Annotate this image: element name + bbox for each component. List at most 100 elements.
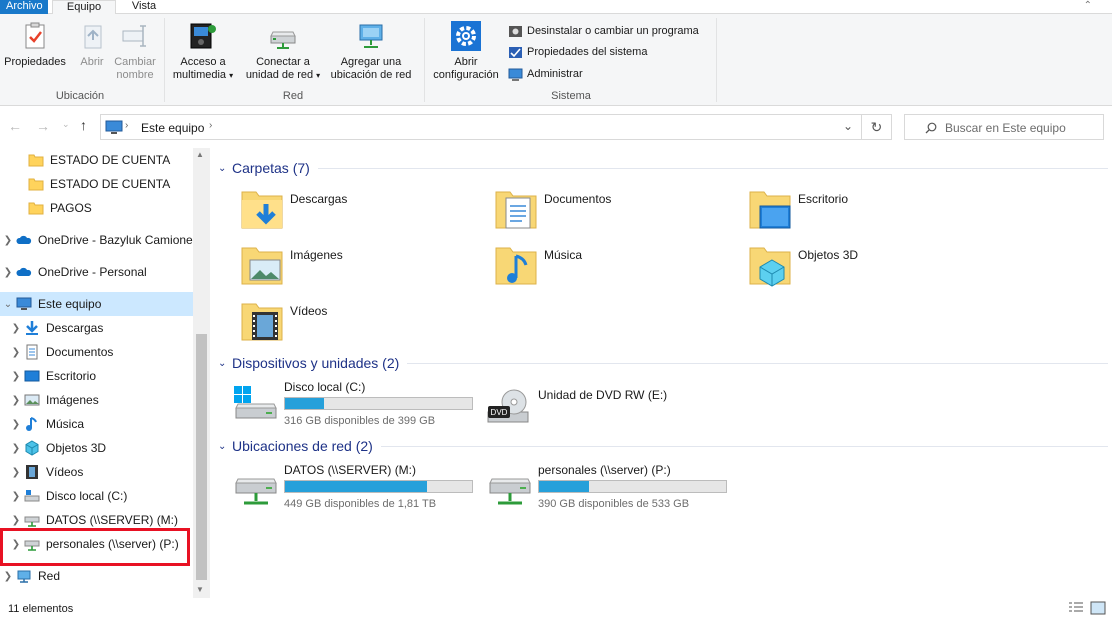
network-icon [17, 570, 31, 583]
breadcrumb-this-pc[interactable]: Este equipo [141, 121, 204, 135]
this-pc-icon [16, 297, 32, 310]
large-icons-view-icon[interactable] [1090, 601, 1106, 615]
uninstall-program-button[interactable]: Desinstalar o cambiar un programa [508, 22, 699, 40]
system-properties-icon [509, 46, 522, 58]
drive-tile-personales-p[interactable]: personales (\\server) (P:) 390 GB dispon… [484, 461, 734, 510]
rename-icon [122, 25, 146, 47]
nav-item-folder[interactable]: ESTADO DE CUENTA [0, 172, 193, 196]
drive-tile-local-disk-c[interactable]: Disco local (C:) 316 GB disponibles de 3… [230, 378, 480, 427]
expand-chevron-icon[interactable]: ❯ [8, 467, 24, 478]
nav-item-network[interactable]: ❯ Red [0, 564, 193, 588]
group-label-system: Sistema [551, 90, 591, 102]
nav-item-onedrive-business[interactable]: ❯ OneDrive - Bazyluk Camiones [0, 228, 193, 252]
drive-usage-bar [284, 397, 473, 410]
section-folders[interactable]: ⌄ Carpetas (7) [218, 159, 1108, 177]
folder-tile-downloads[interactable]: Descargas [238, 186, 478, 234]
expand-chevron-icon[interactable]: ❯ [8, 419, 24, 430]
dvd-drive-icon: DVD [487, 389, 529, 423]
collapse-ribbon-icon[interactable]: ⌃ [1084, 0, 1092, 11]
section-devices[interactable]: ⌄ Dispositivos y unidades (2) [218, 354, 1108, 372]
nav-item-documents[interactable]: ❯ Documentos [0, 340, 193, 364]
document-icon [26, 344, 38, 360]
scroll-up-icon[interactable]: ▲ [196, 150, 204, 159]
recent-locations-chevron-icon[interactable]: ⌄ [62, 119, 70, 130]
nav-pane-scrollbar-thumb[interactable] [196, 334, 207, 580]
nav-item-folder[interactable]: ESTADO DE CUENTA [0, 148, 193, 172]
nav-item-local-disk-c[interactable]: ❯ Disco local (C:) [0, 484, 193, 508]
drive-tile-dvd-e[interactable]: DVD Unidad de DVD RW (E:) [484, 384, 734, 432]
folder-tile-videos[interactable]: Vídeos [238, 298, 478, 346]
gear-icon [451, 21, 481, 51]
nav-item-desktop[interactable]: ❯ Escritorio [0, 364, 193, 388]
expand-chevron-icon[interactable]: ❯ [0, 267, 16, 278]
expand-chevron-icon[interactable]: ❯ [8, 491, 24, 502]
section-network-locations[interactable]: ⌄ Ubicaciones de red (2) [218, 437, 1108, 455]
expand-chevron-icon[interactable]: ❯ [8, 347, 24, 358]
drive-tile-datos-m[interactable]: DATOS (\\SERVER) (M:) 449 GB disponibles… [230, 461, 480, 510]
windows-drive-icon [234, 386, 277, 419]
drive-usage-bar [284, 480, 473, 493]
breadcrumb-chevron-icon[interactable]: › [125, 120, 128, 131]
onedrive-cloud-icon [16, 267, 32, 276]
system-properties-button[interactable]: Propiedades del sistema [508, 43, 647, 61]
music-folder-icon [495, 247, 537, 285]
nav-item-videos[interactable]: ❯ Vídeos [0, 460, 193, 484]
group-label-location: Ubicación [55, 90, 105, 102]
refresh-button[interactable]: ↻ [862, 114, 892, 140]
open-settings-button[interactable]: Abrir configuración [428, 20, 504, 82]
open-icon [84, 25, 102, 49]
expand-chevron-icon[interactable]: ❯ [8, 323, 24, 334]
expand-chevron-icon[interactable]: ❯ [8, 515, 24, 526]
folder-tile-documents[interactable]: Documentos [492, 186, 732, 234]
expand-chevron-icon[interactable]: ❯ [8, 443, 24, 454]
picture-icon [24, 394, 40, 406]
ribbon-tabbar: Archivo Equipo Vista ⌃ [0, 0, 1112, 15]
nav-item-onedrive-personal[interactable]: ❯ OneDrive - Personal [0, 260, 193, 284]
music-note-icon [26, 417, 37, 431]
folder-icon [28, 154, 44, 167]
nav-item-3d-objects[interactable]: ❯ Objetos 3D [0, 436, 193, 460]
folder-tile-pictures[interactable]: Imágenes [238, 242, 478, 290]
forward-arrow-icon[interactable]: → [36, 118, 50, 134]
scroll-down-icon[interactable]: ▼ [196, 585, 204, 594]
nav-item-music[interactable]: ❯ Música [0, 412, 193, 436]
this-pc-icon [105, 120, 123, 134]
tab-computer[interactable]: Equipo [52, 0, 116, 15]
tab-file[interactable]: Archivo [0, 0, 48, 14]
network-drive-icon [24, 516, 40, 527]
manage-button[interactable]: Administrar [508, 65, 583, 83]
breadcrumb-chevron-icon[interactable]: › [209, 120, 212, 131]
access-media-button[interactable]: Acceso a multimedia ▾ [168, 20, 238, 82]
refresh-icon: ↻ [870, 119, 883, 135]
address-dropdown-icon[interactable]: ⌄ [843, 119, 853, 133]
details-view-icon[interactable] [1068, 601, 1084, 615]
address-bar[interactable]: › Este equipo › ⌄ [100, 114, 862, 140]
up-arrow-icon[interactable]: ↑ [80, 117, 87, 133]
collapse-chevron-icon[interactable]: ⌄ [218, 441, 232, 452]
collapse-chevron-icon[interactable]: ⌄ [0, 299, 16, 310]
tab-view[interactable]: Vista [124, 0, 164, 14]
desktop-folder-icon [749, 191, 791, 229]
search-input[interactable]: Buscar en Este equipo [904, 114, 1104, 140]
expand-chevron-icon[interactable]: ❯ [8, 371, 24, 382]
folder-tile-music[interactable]: Música [492, 242, 732, 290]
nav-item-pictures[interactable]: ❯ Imágenes [0, 388, 193, 412]
collapse-chevron-icon[interactable]: ⌄ [218, 163, 232, 174]
pictures-folder-icon [241, 247, 283, 285]
ribbon-separator [716, 18, 717, 102]
expand-chevron-icon[interactable]: ❯ [0, 235, 16, 246]
folder-tile-3d-objects[interactable]: Objetos 3D [746, 242, 986, 290]
properties-button[interactable]: Propiedades [2, 20, 68, 69]
open-button[interactable]: Abrir [72, 20, 112, 69]
expand-chevron-icon[interactable]: ❯ [8, 395, 24, 406]
add-network-location-button[interactable]: Agregar una ubicación de red [326, 20, 416, 82]
nav-item-folder[interactable]: PAGOS [0, 196, 193, 220]
rename-button[interactable]: Cambiar nombre [112, 20, 158, 82]
nav-item-downloads[interactable]: ❯ Descargas [0, 316, 193, 340]
expand-chevron-icon[interactable]: ❯ [0, 571, 16, 582]
map-network-drive-button[interactable]: Conectar a unidad de red ▾ [240, 20, 326, 82]
collapse-chevron-icon[interactable]: ⌄ [218, 358, 232, 369]
back-arrow-icon[interactable]: ← [8, 118, 22, 134]
folder-tile-desktop[interactable]: Escritorio [746, 186, 986, 234]
nav-item-this-pc[interactable]: ⌄ Este equipo [0, 292, 193, 316]
